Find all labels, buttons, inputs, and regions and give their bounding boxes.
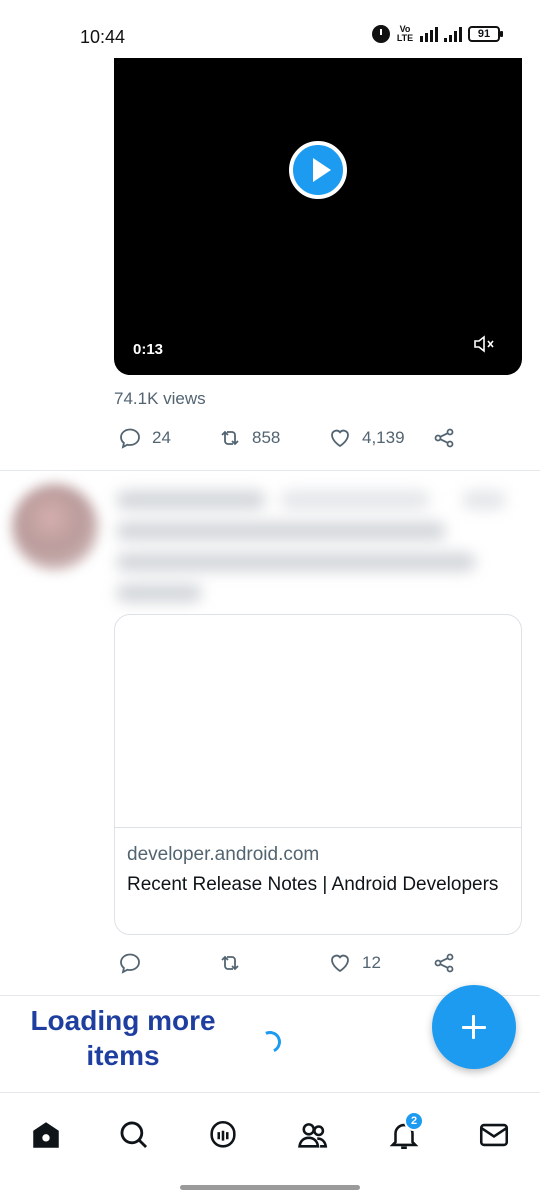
- reply-button[interactable]: 24: [118, 426, 171, 450]
- notification-badge: 2: [404, 1111, 424, 1131]
- reply-count: 24: [152, 428, 171, 447]
- like-count: 4,139: [362, 428, 405, 447]
- retweet-icon: [221, 955, 239, 971]
- loading-spinner: [255, 1027, 285, 1057]
- tweet-actions: 24 858 4,139: [114, 426, 474, 456]
- blurred-tweet-text: [116, 552, 476, 572]
- like-button[interactable]: 4,139: [328, 426, 405, 450]
- retweet-button[interactable]: [218, 951, 242, 975]
- retweet-icon: [221, 430, 239, 446]
- play-icon[interactable]: [289, 141, 347, 199]
- alarm-icon: [372, 25, 390, 43]
- bottom-navigation: 2: [0, 1092, 540, 1182]
- heart-icon: [331, 429, 349, 448]
- reply-icon: [120, 953, 140, 974]
- mute-icon[interactable]: [472, 332, 496, 356]
- communities-icon: [298, 1123, 328, 1148]
- nav-spaces[interactable]: [203, 1115, 243, 1155]
- retweet-button[interactable]: 858: [218, 426, 280, 450]
- search-icon: [120, 1121, 148, 1149]
- video-duration: 0:13: [133, 341, 164, 358]
- video-views: 74.1K views: [114, 389, 206, 408]
- spaces-icon: [210, 1120, 236, 1148]
- avatar[interactable]: [12, 484, 98, 570]
- heart-icon: [331, 954, 349, 973]
- reply-button[interactable]: [118, 951, 142, 975]
- loading-more-text: Loading more items: [30, 1005, 216, 1071]
- reply-icon: [120, 428, 140, 449]
- status-bar: 10:44 Vo LTE 91: [0, 0, 540, 56]
- link-title: Recent Release Notes | Android Developer…: [127, 874, 499, 895]
- messages-icon: [479, 1123, 509, 1147]
- share-icon: [434, 428, 454, 448]
- nav-home[interactable]: [26, 1115, 66, 1155]
- link-card[interactable]: developer.android.com Recent Release Not…: [114, 614, 522, 935]
- home-indicator[interactable]: [180, 1185, 360, 1190]
- retweet-count: 858: [252, 428, 281, 447]
- nav-notifications[interactable]: 2: [384, 1111, 424, 1155]
- link-domain: developer.android.com: [127, 844, 320, 865]
- like-count: 12: [362, 953, 381, 972]
- volte-indicator: Vo LTE: [396, 24, 414, 43]
- nav-communities[interactable]: [293, 1115, 333, 1155]
- share-icon: [434, 953, 454, 973]
- blurred-tweet-text: [116, 583, 202, 603]
- like-button[interactable]: 12: [328, 951, 381, 975]
- tweet-actions-2: 12: [114, 951, 474, 981]
- signal-4g-icon: [420, 26, 438, 42]
- link-card-image: [115, 615, 521, 828]
- share-button[interactable]: [432, 426, 456, 450]
- blurred-author-handle: [280, 490, 430, 510]
- blurred-tweet-text: [116, 521, 446, 541]
- tweet-divider: [0, 470, 540, 471]
- home-icon: [33, 1122, 59, 1148]
- blurred-more-options: [462, 490, 506, 510]
- status-icons: Vo LTE 91: [372, 24, 503, 43]
- share-button[interactable]: [432, 951, 456, 975]
- nav-search[interactable]: [114, 1115, 154, 1155]
- compose-tweet-button[interactable]: [432, 985, 516, 1069]
- signal-icon: [444, 26, 462, 42]
- status-time: 10:44: [80, 27, 126, 47]
- nav-messages[interactable]: [474, 1115, 514, 1155]
- video-player[interactable]: 0:13: [114, 58, 522, 375]
- blurred-author-name: [116, 490, 266, 510]
- battery-icon: 91: [468, 26, 503, 42]
